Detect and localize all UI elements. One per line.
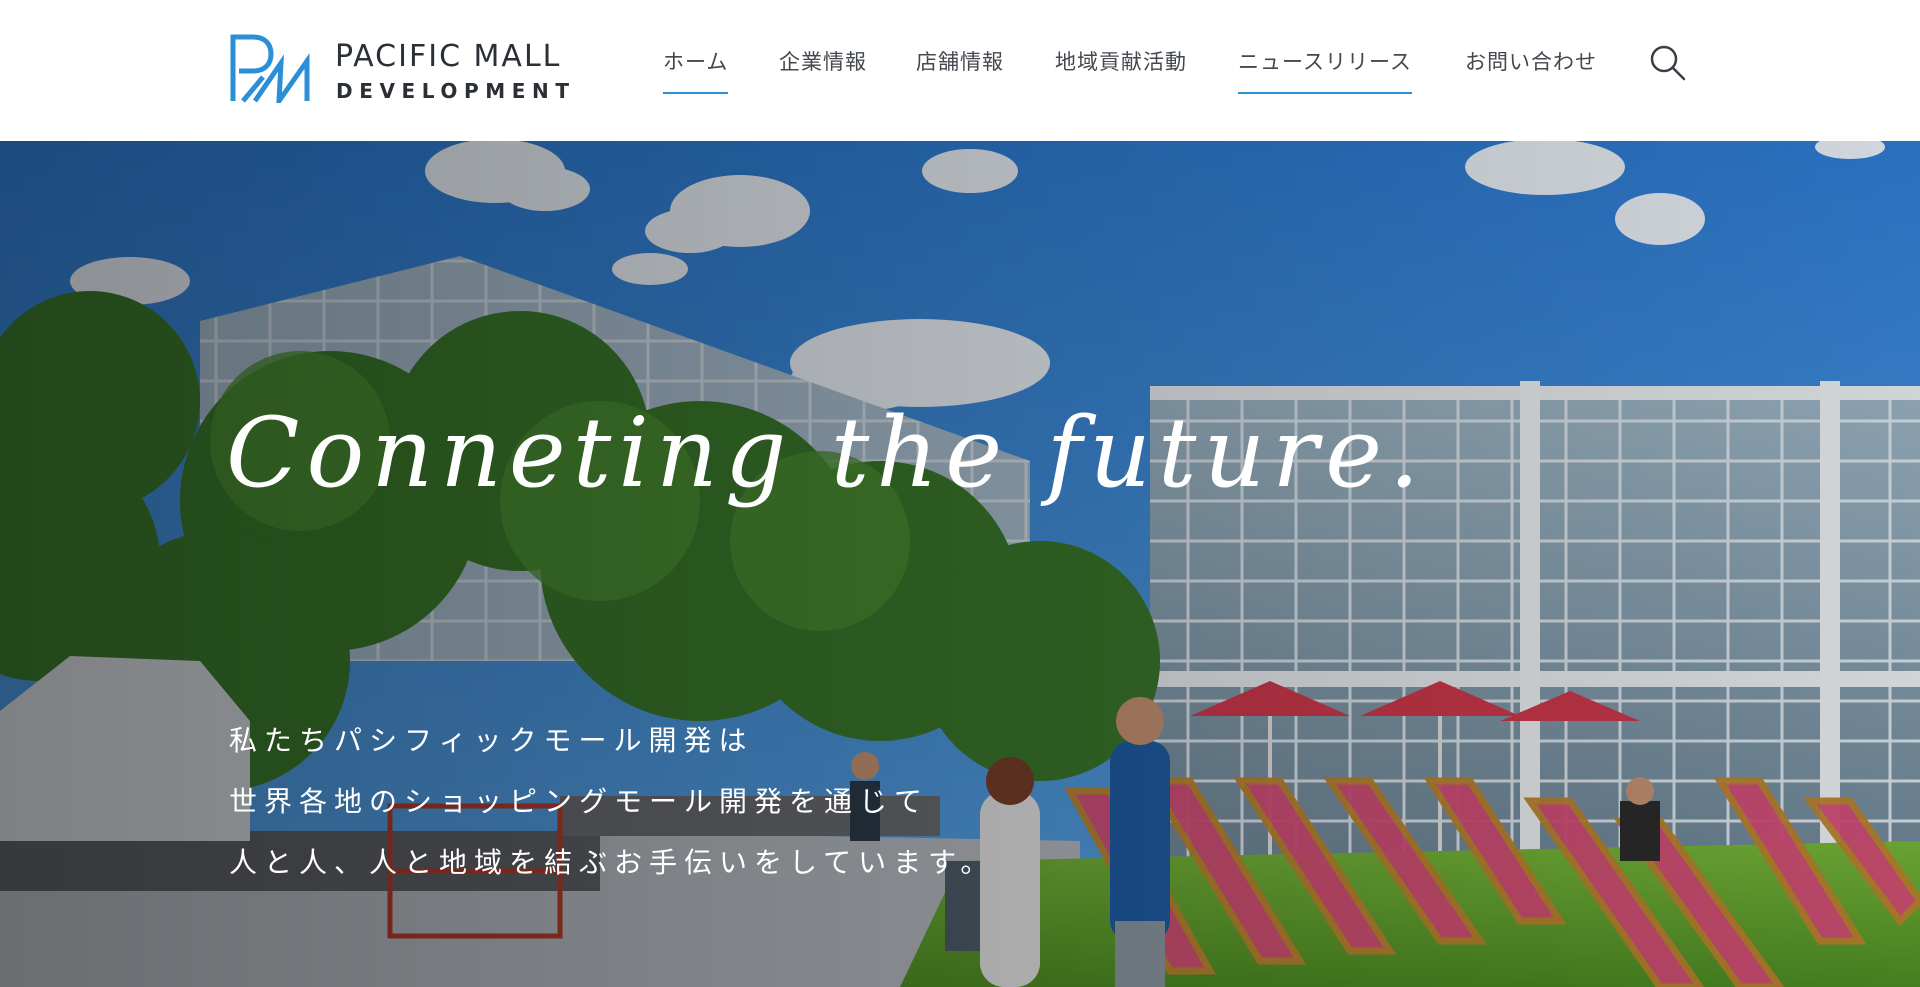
search-icon <box>1650 45 1686 81</box>
hero-description: 私たちパシフィックモール開発は 世界各地のショッピングモール開発を通じて 人と人… <box>229 719 995 902</box>
search-button[interactable] <box>1649 44 1687 82</box>
nav-contact[interactable]: お問い合わせ <box>1465 46 1597 94</box>
hero-description-line: 人と人、人と地域を結ぶお手伝いをしています。 <box>229 846 996 879</box>
hero-section: Conneting the future. 私たちパシフィックモール開発は 世界… <box>0 141 1920 987</box>
nav-community[interactable]: 地域貢献活動 <box>1055 46 1187 94</box>
nav-stores[interactable]: 店舗情報 <box>916 46 1004 94</box>
logo-text-primary: PACIFIC MALL <box>335 39 562 74</box>
hero-description-line: 世界各地のショッピングモール開発を通じて <box>229 785 930 818</box>
company-logo[interactable]: PACIFIC MALL DEVELOPMENT <box>229 33 601 105</box>
nav-news[interactable]: ニュースリリース <box>1238 46 1412 94</box>
nav-home[interactable]: ホーム <box>663 46 729 94</box>
site-header: PACIFIC MALL DEVELOPMENT ホーム 企業情報 店舗情報 地… <box>0 0 1920 141</box>
hero-description-line: 私たちパシフィックモール開発は <box>229 724 754 757</box>
nav-company[interactable]: 企業情報 <box>779 46 867 94</box>
logo-text-secondary: DEVELOPMENT <box>336 79 576 103</box>
hero-heading: Conneting the future. <box>226 397 1427 509</box>
logo-mark-icon <box>230 34 310 103</box>
